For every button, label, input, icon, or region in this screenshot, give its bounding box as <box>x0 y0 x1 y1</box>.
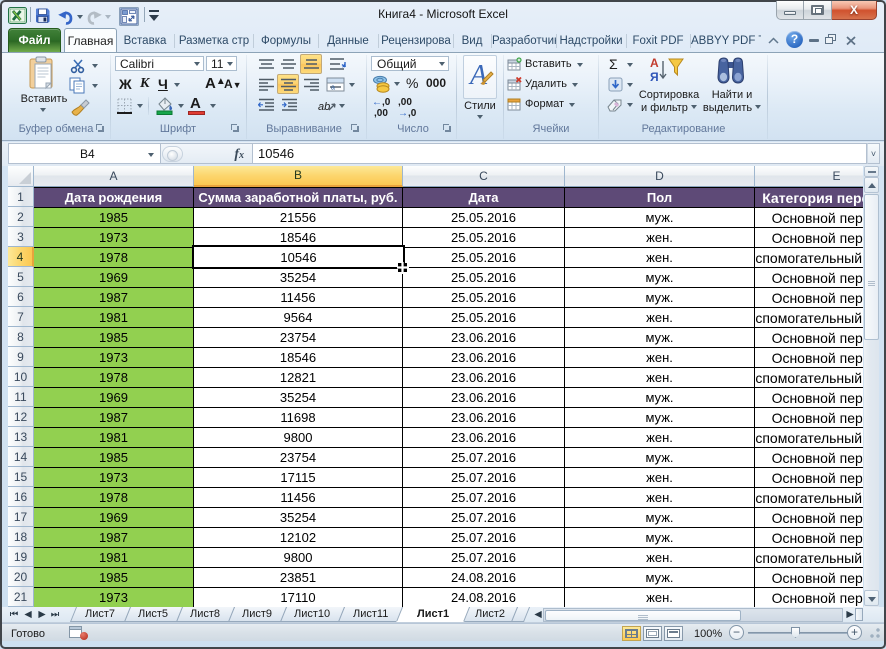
svg-text:А: А <box>650 56 659 70</box>
svg-text:a: a <box>331 85 335 92</box>
svg-text:Я: Я <box>650 70 659 84</box>
svg-text:A: A <box>468 60 488 91</box>
svg-text:ab: ab <box>318 101 330 113</box>
